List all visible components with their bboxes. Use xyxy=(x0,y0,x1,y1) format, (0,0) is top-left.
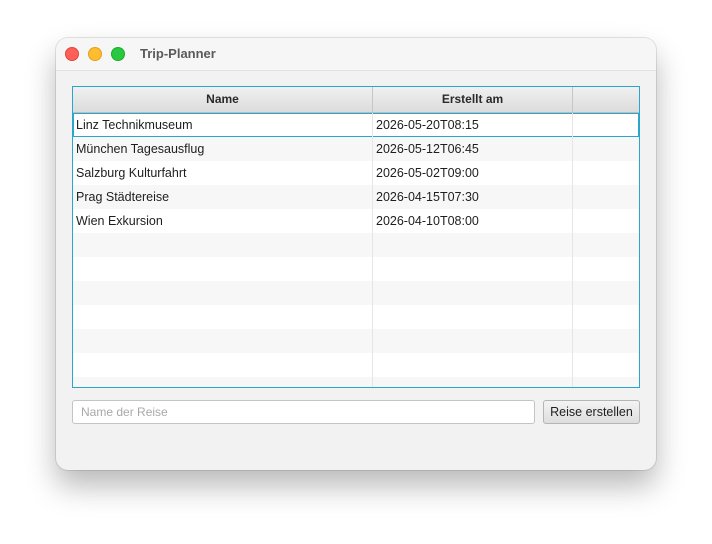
empty-cell xyxy=(73,305,373,329)
empty-cell xyxy=(373,281,573,305)
empty-cell xyxy=(373,305,573,329)
column-header-created[interactable]: Erstellt am xyxy=(373,87,573,112)
empty-table-row xyxy=(73,281,639,305)
empty-cell xyxy=(573,257,639,281)
trip-extra-cell xyxy=(573,113,639,137)
create-trip-button[interactable]: Reise erstellen xyxy=(543,400,640,424)
table-row[interactable]: Prag Städtereise 2026-04-15T07:30 xyxy=(73,185,639,209)
empty-cell xyxy=(573,377,639,387)
trips-table[interactable]: Name Erstellt am Linz Technikmuseum 2026… xyxy=(72,86,640,388)
trip-created-cell: 2026-05-02T09:00 xyxy=(373,161,573,185)
trip-extra-cell xyxy=(573,185,639,209)
trip-name-cell: Wien Exkursion xyxy=(73,209,373,233)
empty-cell xyxy=(373,329,573,353)
empty-cell xyxy=(73,281,373,305)
empty-cell xyxy=(73,329,373,353)
empty-table-row xyxy=(73,257,639,281)
trip-extra-cell xyxy=(573,209,639,233)
trip-created-cell: 2026-05-20T08:15 xyxy=(373,113,573,137)
empty-cell xyxy=(573,329,639,353)
trip-name-input[interactable] xyxy=(72,400,535,424)
table-row[interactable]: Salzburg Kulturfahrt 2026-05-02T09:00 xyxy=(73,161,639,185)
empty-cell xyxy=(573,281,639,305)
table-header: Name Erstellt am xyxy=(73,87,639,113)
maximize-window-button[interactable] xyxy=(111,47,125,61)
app-window: Trip-Planner Name Erstellt am Linz Techn… xyxy=(56,38,656,470)
empty-cell xyxy=(73,257,373,281)
table-row[interactable]: München Tagesausflug 2026-05-12T06:45 xyxy=(73,137,639,161)
empty-cell xyxy=(573,353,639,377)
empty-table-row xyxy=(73,305,639,329)
trip-extra-cell xyxy=(573,137,639,161)
trip-created-cell: 2026-04-10T08:00 xyxy=(373,209,573,233)
window-title: Trip-Planner xyxy=(140,46,216,61)
empty-cell xyxy=(573,233,639,257)
table-body: Linz Technikmuseum 2026-05-20T08:15 Münc… xyxy=(73,113,639,387)
empty-cell xyxy=(373,257,573,281)
title-bar: Trip-Planner xyxy=(56,38,656,71)
trip-extra-cell xyxy=(573,161,639,185)
minimize-window-button[interactable] xyxy=(88,47,102,61)
empty-table-row xyxy=(73,329,639,353)
empty-cell xyxy=(573,305,639,329)
trip-name-cell: Linz Technikmuseum xyxy=(73,113,373,137)
empty-cell xyxy=(73,353,373,377)
column-header-extra[interactable] xyxy=(573,87,639,112)
empty-cell xyxy=(373,377,573,387)
column-header-name[interactable]: Name xyxy=(73,87,373,112)
trip-created-cell: 2026-04-15T07:30 xyxy=(373,185,573,209)
trip-name-cell: München Tagesausflug xyxy=(73,137,373,161)
empty-cell xyxy=(73,233,373,257)
table-row[interactable]: Wien Exkursion 2026-04-10T08:00 xyxy=(73,209,639,233)
empty-table-row xyxy=(73,377,639,387)
table-row[interactable]: Linz Technikmuseum 2026-05-20T08:15 xyxy=(73,113,639,137)
empty-table-row xyxy=(73,353,639,377)
empty-table-row xyxy=(73,233,639,257)
empty-cell xyxy=(373,353,573,377)
close-window-button[interactable] xyxy=(65,47,79,61)
trip-created-cell: 2026-05-12T06:45 xyxy=(373,137,573,161)
empty-cell xyxy=(73,377,373,387)
trip-name-cell: Prag Städtereise xyxy=(73,185,373,209)
empty-cell xyxy=(373,233,573,257)
trip-name-cell: Salzburg Kulturfahrt xyxy=(73,161,373,185)
